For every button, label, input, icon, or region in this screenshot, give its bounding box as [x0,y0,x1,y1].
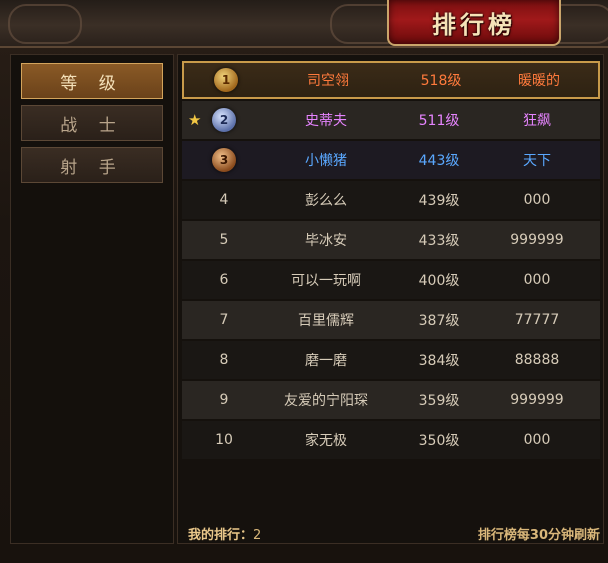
page-title: 排行榜 [432,9,516,39]
player-name: 彭么么 [305,193,347,209]
player-level: 384级 [418,353,460,369]
player-level: 387级 [418,313,460,329]
tab-archer-label: 射 手 [60,157,124,178]
ranking-table: 1 司空翎 518级 暖暖的 ★ 2 史蒂夫 511级 狂飙 3 小懒猪 443… [177,54,604,544]
player-guild: 000 [523,432,551,448]
player-name: 小懒猪 [305,153,347,169]
player-name: 友爱的宁阳琛 [284,393,368,409]
player-level: 518级 [420,73,462,89]
title-plate: 排行榜 [387,0,561,46]
player-guild: 000 [523,192,551,208]
player-guild: 77777 [514,312,560,328]
player-level: 439级 [418,193,460,209]
player-name: 百里儒辉 [298,313,354,329]
table-row[interactable]: 6 可以一玩啊 400级 000 [182,261,600,299]
table-row[interactable]: ★ 2 史蒂夫 511级 狂飙 [182,101,600,139]
player-level: 511级 [418,113,460,129]
player-name: 司空翎 [307,73,349,89]
rank-number: 7 [219,312,229,328]
leaderboard-window: 排行榜 等 级 战 士 射 手 1 司空翎 518级 暖暖的 ★ 2 史蒂夫 5… [0,0,608,563]
tab-level[interactable]: 等 级 [21,63,163,99]
bronze-medal-icon: 3 [212,148,236,172]
rank-number: 10 [215,432,233,448]
table-row[interactable]: 10 家无极 350级 000 [182,421,600,459]
star-icon: ★ [188,111,202,129]
tab-archer[interactable]: 射 手 [21,147,163,183]
player-name: 毕冰安 [305,233,347,249]
player-name: 可以一玩啊 [291,273,361,289]
ornament-left [8,4,82,44]
tab-warrior[interactable]: 战 士 [21,105,163,141]
table-row[interactable]: 1 司空翎 518级 暖暖的 [182,61,600,99]
tab-warrior-label: 战 士 [60,115,124,136]
player-guild: 999999 [510,392,564,408]
rank-number: 5 [219,232,229,248]
rank-cell: 3 [202,141,246,179]
rank-number: 9 [219,392,229,408]
rank-cell: 1 [204,63,248,97]
rank-number: 8 [219,352,229,368]
player-guild: 88888 [514,352,560,368]
my-rank-value: 2 [253,528,262,543]
player-level: 400级 [418,273,460,289]
gold-medal-icon: 1 [214,68,238,92]
table-row[interactable]: 8 磨一磨 384级 88888 [182,341,600,379]
table-row[interactable]: 4 彭么么 439级 000 [182,181,600,219]
rank-number: 4 [219,192,229,208]
player-name: 家无极 [305,433,347,449]
player-level: 350级 [418,433,460,449]
player-level: 359级 [418,393,460,409]
my-rank-label: 我的排行： [188,528,254,543]
tab-level-label: 等 级 [60,73,124,94]
player-guild: 暖暖的 [518,73,560,89]
rank-number: 6 [219,272,229,288]
table-row[interactable]: 7 百里儒辉 387级 77777 [182,301,600,339]
player-name: 磨一磨 [305,353,347,369]
my-rank: 我的排行：2 [188,524,261,543]
player-guild: 狂飙 [523,113,551,129]
player-guild: 000 [523,272,551,288]
silver-medal-icon: 2 [212,108,236,132]
table-row[interactable]: 3 小懒猪 443级 天下 [182,141,600,179]
category-sidebar: 等 级 战 士 射 手 [10,54,174,544]
player-guild: 999999 [510,232,564,248]
refresh-note: 排行榜每30分钟刷新 [477,528,600,543]
table-row[interactable]: 5 毕冰安 433级 999999 [182,221,600,259]
player-level: 443级 [418,153,460,169]
rank-cell: 2 [202,101,246,139]
player-level: 433级 [418,233,460,249]
player-guild: 天下 [523,153,551,169]
player-name: 史蒂夫 [305,113,347,129]
table-row[interactable]: 9 友爱的宁阳琛 359级 999999 [182,381,600,419]
